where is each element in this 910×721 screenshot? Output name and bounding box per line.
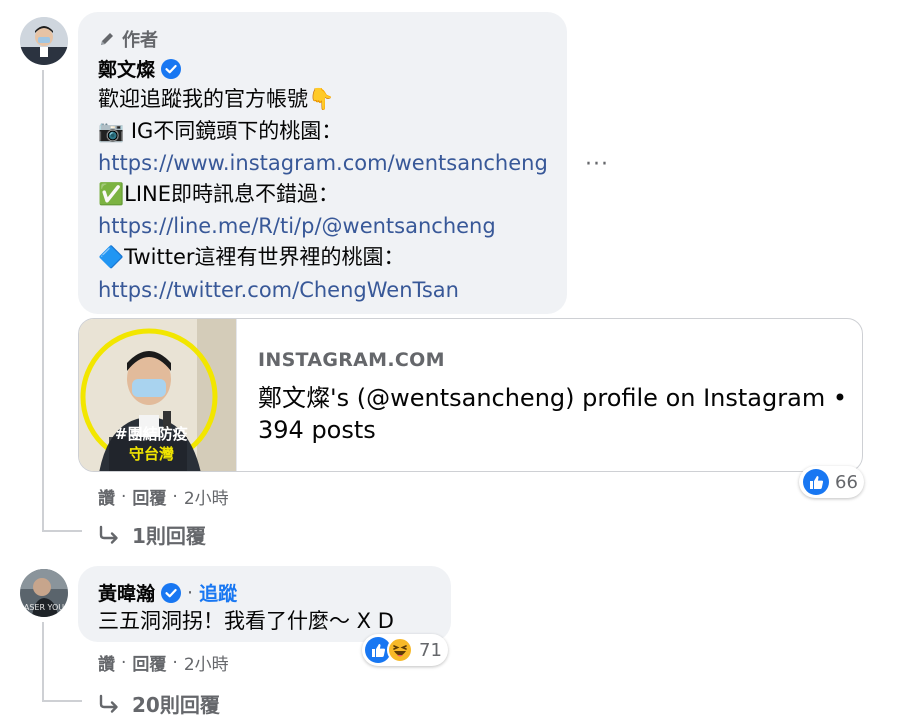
thumbnail-caption-line2: 守台灣 — [129, 445, 175, 463]
thread-line — [42, 622, 44, 700]
commenter-name-text[interactable]: 黃暐瀚 — [98, 579, 155, 606]
reply-button[interactable]: 回覆 — [132, 484, 166, 509]
separator: · — [172, 652, 178, 673]
verified-badge-icon — [161, 582, 182, 603]
author-badge-label: 作者 — [122, 30, 158, 51]
commenter-name: 黃暐瀚 · 追蹤 — [98, 579, 237, 606]
like-button[interactable]: 讚 — [98, 650, 115, 675]
reply-arrow-icon — [99, 525, 118, 544]
thumbnail-caption-line1: #團結防疫 — [115, 425, 188, 443]
follow-button[interactable]: 追蹤 — [199, 579, 237, 606]
commenter-avatar[interactable]: ASER YOU — [20, 569, 68, 617]
link-preview-domain: INSTAGRAM.COM — [258, 349, 445, 371]
comment-actions: 讚 · 回覆 · 2小時 — [98, 650, 229, 676]
line-link[interactable]: https://line.me/R/ti/p/@wentsancheng — [98, 210, 496, 242]
reaction-icons — [365, 637, 413, 663]
author-badge: 作者 — [98, 26, 158, 52]
author-avatar[interactable] — [20, 17, 68, 65]
reaction-count: 71 — [419, 639, 442, 661]
view-replies-label[interactable]: 1則回覆 — [132, 520, 206, 549]
twitter-link[interactable]: https://twitter.com/ChengWenTsan — [98, 274, 459, 306]
reply-button[interactable]: 回覆 — [132, 650, 166, 675]
like-button[interactable]: 讚 — [98, 484, 115, 509]
instagram-link[interactable]: https://www.instagram.com/wentsancheng — [98, 147, 548, 179]
like-reaction-icon — [803, 469, 829, 495]
link-preview-thumbnail: #團結防疫 守台灣 — [79, 319, 237, 471]
thread-line — [42, 70, 44, 530]
commenter-name-text[interactable]: 鄭文燦 — [98, 55, 155, 82]
view-replies-label[interactable]: 20則回覆 — [132, 689, 220, 718]
avatar-overlay-text: ASER YOU — [23, 603, 65, 612]
link-preview-title[interactable]: 鄭文燦's (@wentsancheng) profile on Instagr… — [258, 382, 848, 446]
reply-arrow-icon — [99, 694, 118, 713]
thread-branch — [42, 700, 82, 702]
reaction-count: 66 — [835, 471, 858, 493]
view-replies-button[interactable]: 20則回覆 — [98, 689, 220, 718]
view-replies-button[interactable]: 1則回覆 — [98, 520, 206, 549]
comment-timestamp[interactable]: 2小時 — [184, 484, 229, 509]
link-preview-card[interactable]: #團結防疫 守台灣 INSTAGRAM.COM 鄭文燦's (@wentsanc… — [78, 318, 863, 472]
commenter-name[interactable]: 鄭文燦 — [98, 55, 182, 82]
comment-text-line: ✅LINE即時訊息不錯過： — [98, 182, 340, 206]
reaction-summary[interactable]: 71 — [362, 634, 448, 666]
reaction-summary[interactable]: 66 — [799, 466, 864, 498]
separator: · — [121, 652, 127, 673]
comment-text-line: 🔷Twitter這裡有世界裡的桃園： — [98, 245, 405, 269]
more-options-button[interactable]: ··· — [585, 152, 609, 177]
comment-text-line: 📷 IG不同鏡頭下的桃園： — [98, 119, 343, 143]
separator: · — [172, 486, 178, 507]
thread-branch — [42, 530, 82, 532]
comment-timestamp[interactable]: 2小時 — [184, 650, 229, 675]
comment-text-line: 歡迎追蹤我的官方帳號👇 — [98, 87, 335, 111]
separator: · — [187, 581, 194, 604]
comment-actions: 讚 · 回覆 · 2小時 — [98, 484, 229, 510]
pencil-icon — [101, 33, 113, 45]
comment-text: 三五洞洞拐！我看了什麼～ X D — [98, 609, 394, 633]
separator: · — [121, 486, 127, 507]
haha-reaction-icon — [387, 637, 413, 663]
verified-badge-icon — [161, 58, 182, 79]
avatar-photo — [20, 17, 68, 65]
